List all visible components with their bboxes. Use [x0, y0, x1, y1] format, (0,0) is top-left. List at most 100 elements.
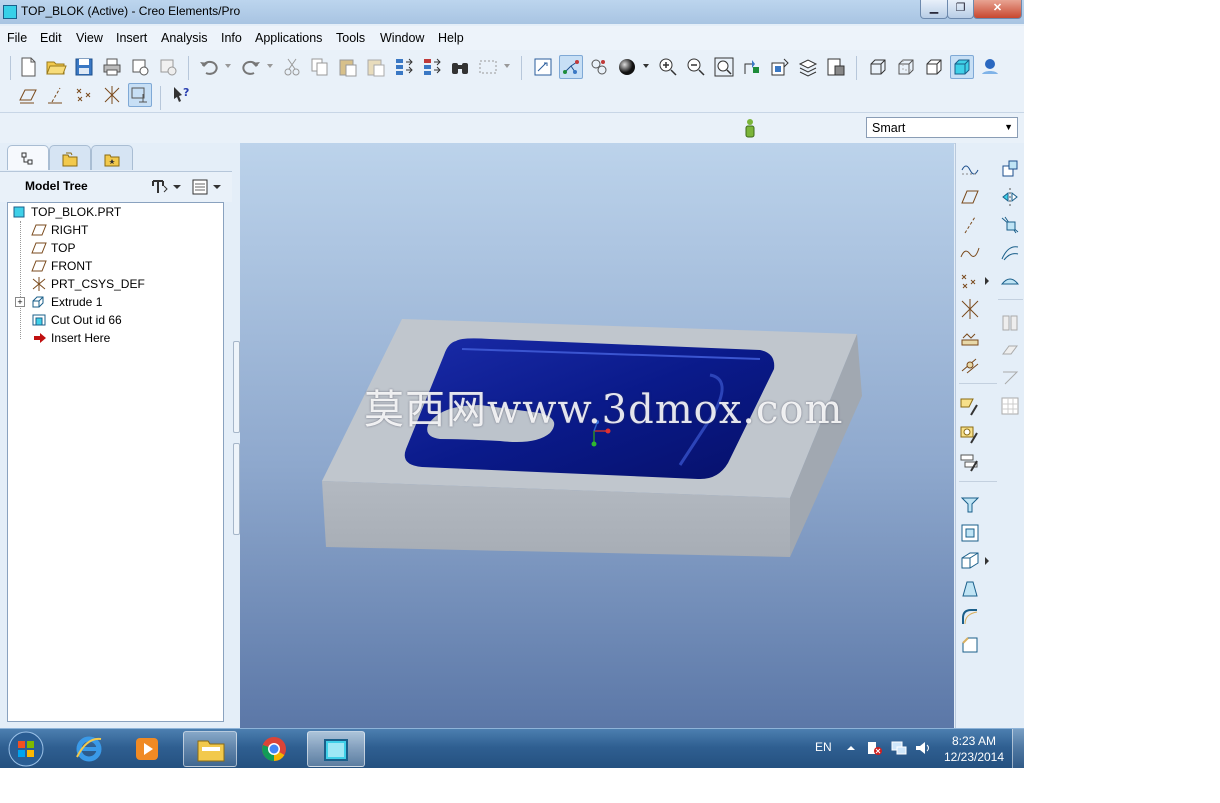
datum-curve-icon[interactable] [959, 242, 981, 264]
datum-point-tool-icon[interactable] [959, 270, 981, 292]
shell-tool-icon[interactable] [959, 522, 981, 544]
taskbar-ie[interactable] [63, 731, 117, 767]
paste-special-icon[interactable] [365, 56, 387, 78]
chamfer-tool-icon[interactable] [959, 634, 981, 656]
menu-help[interactable]: Help [438, 31, 464, 45]
intersect-tool-icon[interactable] [999, 395, 1021, 417]
settings-dropdown-icon[interactable] [172, 182, 182, 192]
redo-dropdown-icon[interactable] [265, 60, 275, 72]
tree-item-right[interactable]: RIGHT [8, 221, 218, 239]
offset-tool-icon[interactable] [999, 270, 1021, 292]
taskbar-explorer[interactable] [183, 731, 237, 767]
tree-item-extrude[interactable]: + Extrude 1 [8, 293, 218, 311]
thicken-tool-icon[interactable] [999, 312, 1021, 334]
minimize-button[interactable]: ▁ [920, 0, 948, 19]
open-folder-icon[interactable] [45, 56, 67, 78]
splitter-grip[interactable] [233, 341, 240, 433]
close-button[interactable]: ✕ [973, 0, 1022, 19]
network-icon[interactable] [890, 740, 908, 756]
tab-favorites[interactable] [91, 145, 133, 170]
sketch-region-icon[interactable] [959, 423, 981, 445]
model-appearance-icon[interactable] [979, 56, 1001, 78]
orient-mode-icon[interactable] [588, 56, 610, 78]
menu-info[interactable]: Info [221, 31, 242, 45]
point-display-icon[interactable] [73, 84, 95, 106]
axis-display-icon[interactable] [45, 84, 67, 106]
splitter-grip[interactable] [233, 443, 240, 535]
save-icon[interactable] [73, 56, 95, 78]
rib-flyout-icon[interactable] [982, 554, 992, 568]
menu-tools[interactable]: Tools [336, 31, 365, 45]
redo-icon[interactable] [240, 56, 262, 78]
layers-icon[interactable] [797, 56, 819, 78]
zoom-in-icon[interactable] [657, 56, 679, 78]
menu-window[interactable]: Window [380, 31, 424, 45]
panel-splitter[interactable] [232, 143, 240, 729]
select-box-icon[interactable] [477, 56, 499, 78]
action-center-icon[interactable] [866, 740, 884, 756]
view-manager-icon[interactable] [825, 56, 847, 78]
shading-sphere-icon[interactable] [616, 56, 638, 78]
analysis-feature-icon[interactable] [959, 326, 981, 348]
hidden-line-icon[interactable] [895, 56, 917, 78]
taskbar-media-player[interactable] [121, 731, 175, 767]
show-options-icon[interactable] [190, 177, 210, 197]
paste-icon[interactable] [337, 56, 359, 78]
menu-applications[interactable]: Applications [255, 31, 322, 45]
copy-icon[interactable] [309, 56, 331, 78]
regenerate-icon[interactable] [393, 56, 415, 78]
draft-tool-icon[interactable] [959, 578, 981, 600]
hole-tool-icon[interactable] [959, 494, 981, 516]
start-button-icon[interactable] [6, 730, 46, 768]
shaded-view-icon[interactable] [950, 55, 974, 79]
repaint-icon[interactable] [532, 56, 554, 78]
context-help-icon[interactable]: ? [171, 84, 193, 106]
datum-csys-tool-icon[interactable] [959, 298, 981, 320]
tray-language[interactable]: EN [815, 740, 832, 754]
insert-datum-icon[interactable] [959, 354, 981, 376]
select-dropdown-icon[interactable] [502, 60, 512, 72]
menu-edit[interactable]: Edit [40, 31, 62, 45]
tree-item-root[interactable]: TOP_BLOK.PRT [8, 203, 218, 221]
cut-icon[interactable] [281, 56, 303, 78]
datum-axis-tool-icon[interactable] [959, 214, 981, 236]
tray-clock[interactable]: 8:23 AM 12/23/2014 [938, 733, 1010, 765]
annotation-display-icon[interactable] [128, 83, 152, 107]
refit-icon[interactable] [713, 56, 735, 78]
shading-dropdown-icon[interactable] [641, 60, 651, 72]
menu-file[interactable]: File [7, 31, 27, 45]
print-icon[interactable] [101, 56, 123, 78]
menu-insert[interactable]: Insert [116, 31, 147, 45]
graphics-window[interactable]: 莫西网www.3dmox.com [240, 143, 954, 729]
send-link-icon[interactable] [157, 56, 179, 78]
selection-filter-select[interactable]: Smart ▼ [866, 117, 1018, 138]
copy-geometry-icon[interactable] [999, 158, 1021, 180]
find-binoculars-icon[interactable] [449, 56, 471, 78]
tree-item-front[interactable]: FRONT [8, 257, 218, 275]
no-hidden-icon[interactable] [923, 56, 945, 78]
trim-tool-icon[interactable] [999, 214, 1021, 236]
tab-folder-browser[interactable] [49, 145, 91, 170]
reorient-icon[interactable] [741, 56, 763, 78]
send-mail-icon[interactable] [129, 56, 151, 78]
extend-tool-icon[interactable] [999, 242, 1021, 264]
tree-item-insert-here[interactable]: Insert Here [8, 329, 218, 347]
sketch-datum-icon[interactable] [959, 158, 981, 180]
regeneration-manager-icon[interactable] [421, 56, 443, 78]
expand-toggle[interactable]: + [15, 297, 25, 307]
taskbar-creo[interactable] [307, 731, 365, 767]
menu-analysis[interactable]: Analysis [161, 31, 208, 45]
round-tool-icon[interactable] [959, 606, 981, 628]
spin-center-icon[interactable] [559, 55, 583, 79]
tray-expand-icon[interactable] [845, 742, 857, 754]
sketch-tool-icon[interactable] [959, 395, 981, 417]
merge-tool-icon[interactable] [999, 366, 1021, 388]
show-dropdown-icon[interactable] [212, 182, 222, 192]
rib-tool-icon[interactable] [959, 550, 981, 572]
csys-display-icon[interactable] [101, 84, 123, 106]
settings-tools-icon[interactable] [150, 177, 170, 197]
maximize-button[interactable]: ❐ [947, 0, 974, 19]
tree-item-csys[interactable]: PRT_CSYS_DEF [8, 275, 218, 293]
show-desktop-button[interactable] [1012, 729, 1024, 768]
undo-icon[interactable] [198, 56, 220, 78]
